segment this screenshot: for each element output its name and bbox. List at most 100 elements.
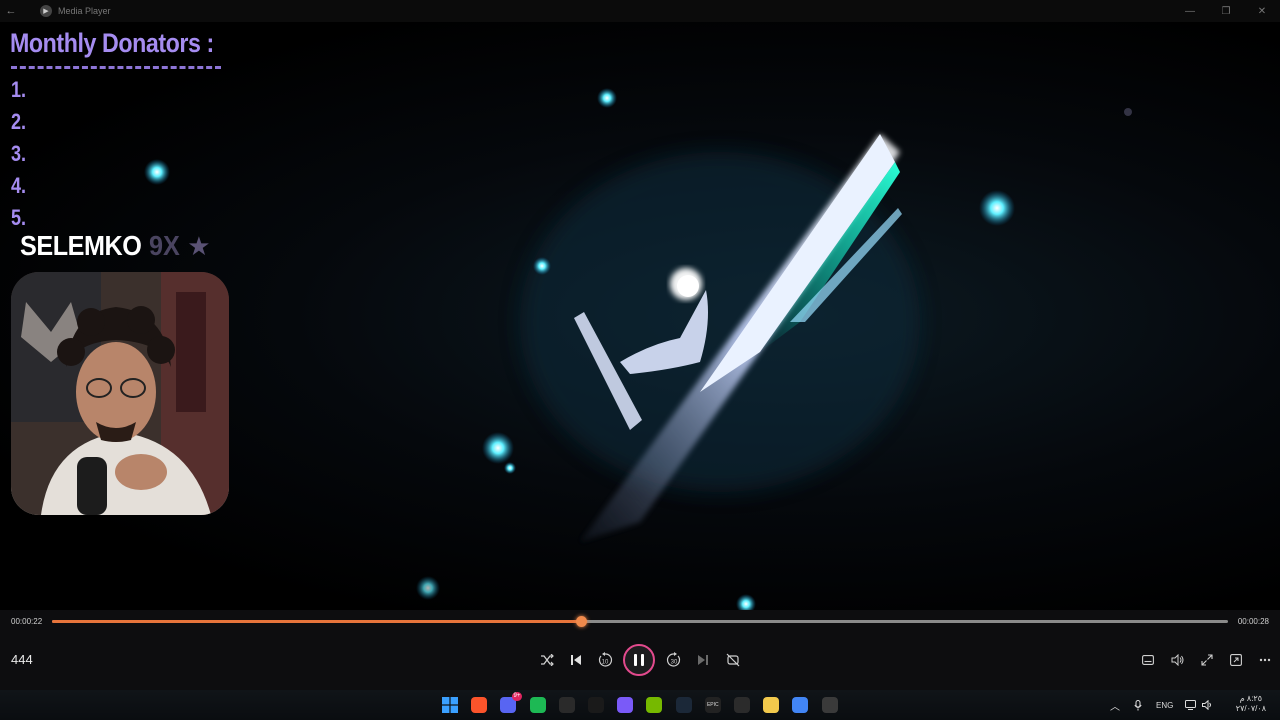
fullscreen-button[interactable] <box>1192 644 1222 676</box>
streamer-brand: SELEMKO 9X ★ <box>20 230 211 262</box>
webcam-person-illustration <box>11 272 229 515</box>
network-icon[interactable] <box>1185 700 1197 710</box>
obs-icon[interactable] <box>732 695 752 715</box>
copilot-tile <box>617 697 634 713</box>
dust-particle <box>1124 108 1132 116</box>
skip-back-label: 10 <box>602 660 609 666</box>
chevron-up-icon[interactable]: ︿ <box>1110 698 1120 713</box>
total-time: 00:00:28 <box>1237 617 1269 626</box>
seek-thumb[interactable] <box>576 616 588 627</box>
skip-forward-button[interactable]: 30 <box>659 644 689 676</box>
more-options-button[interactable] <box>1250 644 1280 676</box>
glow-orb <box>416 576 440 600</box>
streamer-mark: 9X <box>148 230 180 261</box>
chrome-icon[interactable] <box>790 695 810 715</box>
donator-entry: 4. <box>11 173 27 198</box>
next-button[interactable] <box>688 644 718 676</box>
repeat-off-icon <box>726 653 740 667</box>
epic-games-icon[interactable]: EPIC <box>703 695 723 715</box>
volume-button[interactable] <box>1162 644 1192 676</box>
steam-icon[interactable] <box>674 695 694 715</box>
seek-bar-progress <box>52 620 582 623</box>
previous-button[interactable] <box>561 644 591 676</box>
copilot-icon[interactable] <box>615 695 635 715</box>
captions-icon <box>1142 655 1154 665</box>
player-controls: 00:00:22 00:00:28 444 10 30 <box>0 610 1280 690</box>
fullscreen-icon <box>1201 654 1213 666</box>
more-options-icon <box>1259 658 1271 662</box>
spotify-icon[interactable] <box>528 695 548 715</box>
taskbar-clock[interactable]: ٨:٢٥ م ٢٧/٠٧/٠٨ <box>1236 694 1266 714</box>
streamer-name: SELEMKO <box>20 230 142 261</box>
next-icon <box>698 655 708 665</box>
donator-list: 1. 2. 3. 4. 5. <box>11 74 29 234</box>
media-player-icon[interactable] <box>820 695 840 715</box>
file-explorer-tile <box>763 697 780 713</box>
transport-controls: 10 30 <box>0 644 1280 676</box>
pause-button[interactable] <box>623 644 655 676</box>
clock-time: ٨:٢٥ م <box>1239 694 1263 703</box>
file-explorer-icon[interactable] <box>761 695 781 715</box>
seek-bar[interactable] <box>52 616 1228 627</box>
glow-orb <box>979 190 1015 226</box>
webcam-feed <box>11 272 229 515</box>
repeat-off-button[interactable] <box>718 644 748 676</box>
obs-tile <box>734 697 750 713</box>
glow-orb <box>482 432 514 464</box>
logitech-ghub-tile <box>588 697 604 713</box>
language-indicator[interactable]: ENG <box>1156 701 1173 710</box>
chrome-tile <box>792 697 809 713</box>
brave-browser-tile <box>471 697 488 713</box>
glow-orb <box>504 462 516 474</box>
window-title: Media Player <box>58 6 111 16</box>
captions-button[interactable] <box>1133 644 1163 676</box>
current-time: 00:00:22 <box>11 617 43 626</box>
skip-back-button[interactable]: 10 <box>590 644 620 676</box>
star-icon: ★ <box>187 230 211 261</box>
windows-taskbar: 9+ EPIC ︿ ENG ٨:٢٥ م ٢٧/٠٧/٠٨ <box>0 690 1280 720</box>
window-controls: — ❐ ✕ <box>1172 0 1280 22</box>
microphone-icon[interactable] <box>1134 699 1142 711</box>
logitech-ghub-icon[interactable] <box>586 695 606 715</box>
video-frame[interactable]: Monthly Donators : 1. 2. 3. 4. 5. SELEMK… <box>0 22 1280 610</box>
maximize-button[interactable]: ❐ <box>1208 0 1244 22</box>
glow-orb <box>597 88 617 108</box>
nvidia-tile <box>646 697 663 713</box>
glow-orb <box>533 257 551 275</box>
volume-icon <box>1171 654 1183 666</box>
skip-forward-30-icon: 30 <box>666 652 681 667</box>
donator-entry: 1. <box>11 77 27 102</box>
donators-divider <box>11 66 221 69</box>
donator-entry: 3. <box>11 141 27 166</box>
shuffle-button[interactable] <box>532 644 562 676</box>
spotify-tile <box>529 697 546 713</box>
brave-browser-icon[interactable] <box>469 695 489 715</box>
nvidia-icon[interactable] <box>644 695 664 715</box>
miniplayer-button[interactable] <box>1221 644 1251 676</box>
donator-entry: 2. <box>11 109 27 134</box>
notification-badge: 9+ <box>511 692 523 701</box>
xbox-icon[interactable] <box>557 695 577 715</box>
system-tray: ︿ ENG <box>1110 690 1213 720</box>
minimize-button[interactable]: — <box>1172 0 1208 22</box>
windows-start-tile <box>442 697 458 713</box>
glow-orb <box>736 594 756 610</box>
epic-games-tile: EPIC <box>704 697 721 713</box>
close-button[interactable]: ✕ <box>1244 0 1280 22</box>
xbox-tile <box>558 697 575 713</box>
glow-orb <box>144 159 170 185</box>
clock-date: ٢٧/٠٧/٠٨ <box>1235 704 1266 713</box>
pause-icon <box>634 654 637 666</box>
steam-tile <box>675 697 692 713</box>
previous-icon <box>571 655 581 665</box>
back-arrow-icon[interactable]: ← <box>0 5 22 17</box>
skip-forward-label: 30 <box>671 660 678 666</box>
pause-icon-bar <box>641 654 644 666</box>
discord-icon[interactable]: 9+ <box>498 692 523 715</box>
skip-back-10-icon: 10 <box>598 652 613 667</box>
miniplayer-icon <box>1230 654 1242 666</box>
media-player-app-icon: ▶ <box>40 5 52 17</box>
media-player-tile <box>821 697 838 713</box>
speaker-icon[interactable] <box>1202 700 1213 710</box>
windows-start-icon[interactable] <box>440 695 460 715</box>
